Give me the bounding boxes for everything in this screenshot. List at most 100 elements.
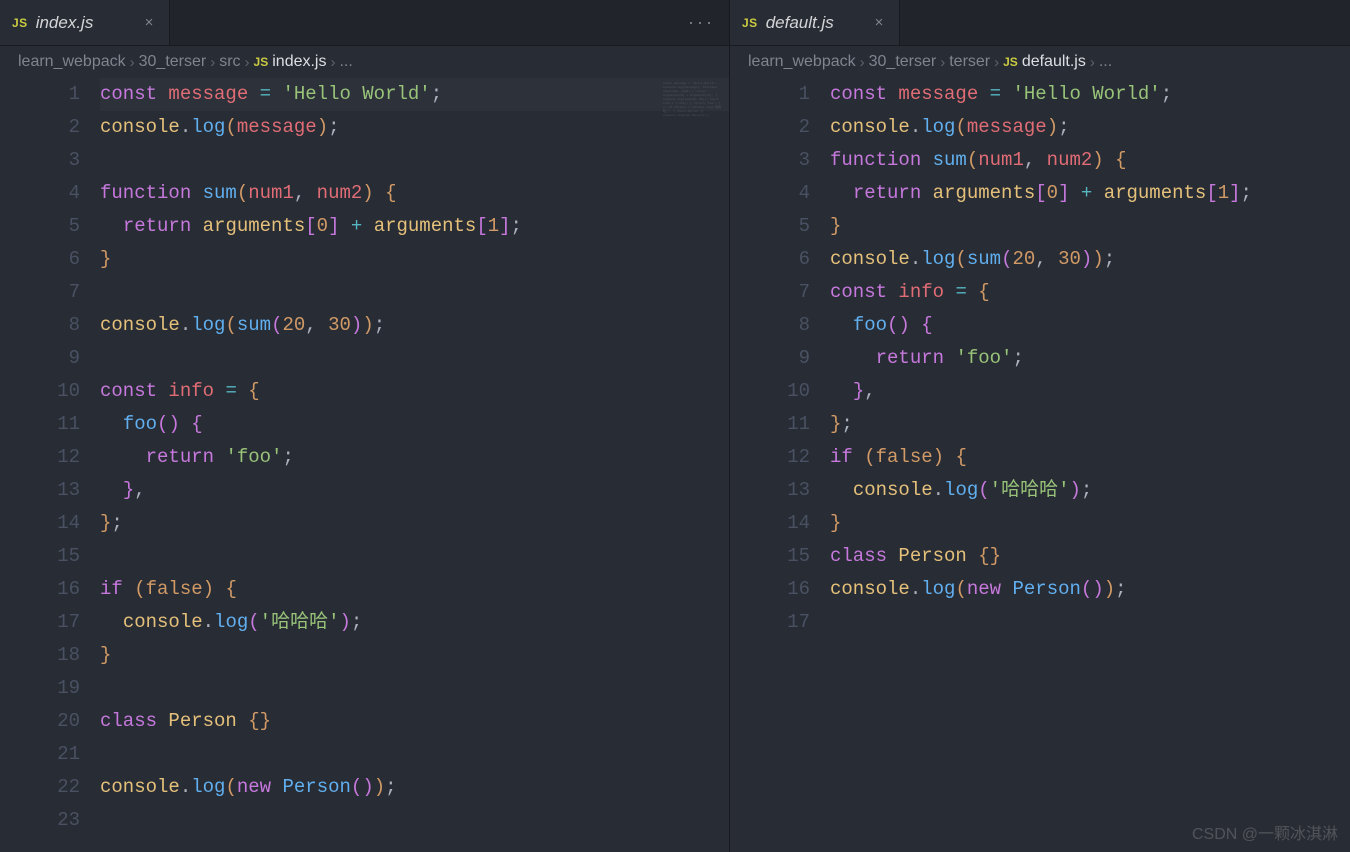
code-line[interactable] bbox=[100, 276, 729, 309]
editor-tab[interactable]: JSdefault.js× bbox=[730, 0, 900, 45]
code-line[interactable] bbox=[100, 738, 729, 771]
token-punc: . bbox=[910, 578, 921, 600]
code-line[interactable]: } bbox=[830, 210, 1350, 243]
token-punc: , bbox=[305, 314, 328, 336]
line-number: 8 bbox=[730, 309, 810, 342]
token-fn: foo bbox=[853, 314, 887, 336]
token-fn: sum bbox=[967, 248, 1001, 270]
token-op: = bbox=[990, 83, 1001, 105]
code-line[interactable] bbox=[100, 144, 729, 177]
code-line[interactable]: const message = 'Hello World'; bbox=[100, 78, 729, 111]
token-brp: ) bbox=[351, 314, 362, 336]
token-bry: ( bbox=[864, 446, 875, 468]
token-fn: log bbox=[191, 776, 225, 798]
breadcrumb-symbol[interactable]: ... bbox=[339, 53, 352, 71]
breadcrumb-folder[interactable]: terser bbox=[949, 53, 990, 71]
code-line[interactable]: return 'foo'; bbox=[830, 342, 1350, 375]
token-cls: console bbox=[100, 116, 180, 138]
tab-overflow-button[interactable]: ··· bbox=[674, 0, 729, 45]
breadcrumb: learn_webpack›30_terser›src›JSindex.js›.… bbox=[0, 46, 729, 78]
code-line[interactable]: } bbox=[100, 639, 729, 672]
chevron-right-icon: › bbox=[330, 54, 335, 71]
token-punc: . bbox=[203, 611, 214, 633]
breadcrumb-symbol[interactable]: ... bbox=[1099, 53, 1112, 71]
code-line[interactable]: console.log(message); bbox=[100, 111, 729, 144]
code-line[interactable]: if (false) { bbox=[100, 573, 729, 606]
code-line[interactable]: console.log(new Person()); bbox=[100, 771, 729, 804]
code-line[interactable]: console.log(message); bbox=[830, 111, 1350, 144]
code-content[interactable]: const message = 'Hello World';console.lo… bbox=[100, 78, 729, 852]
line-number: 2 bbox=[730, 111, 810, 144]
token-bry: ) bbox=[1104, 578, 1115, 600]
token-bry: ) bbox=[317, 116, 328, 138]
code-line[interactable]: } bbox=[830, 507, 1350, 540]
breadcrumb-folder[interactable]: learn_webpack bbox=[18, 53, 126, 71]
token-brp: } bbox=[853, 380, 864, 402]
code-line[interactable]: console.log('哈哈哈'); bbox=[830, 474, 1350, 507]
token-kw: return bbox=[146, 446, 214, 468]
code-line[interactable]: console.log(sum(20, 30)); bbox=[830, 243, 1350, 276]
code-content[interactable]: const message = 'Hello World';console.lo… bbox=[830, 78, 1350, 852]
code-line[interactable]: class Person {} bbox=[830, 540, 1350, 573]
code-line[interactable] bbox=[100, 804, 729, 837]
token-punc bbox=[191, 182, 202, 204]
code-editor[interactable]: 1234567891011121314151617const message =… bbox=[730, 78, 1350, 852]
close-icon[interactable]: × bbox=[141, 15, 157, 31]
code-line[interactable]: function sum(num1, num2) { bbox=[100, 177, 729, 210]
code-line[interactable] bbox=[100, 342, 729, 375]
token-punc: . bbox=[910, 248, 921, 270]
code-line[interactable]: }, bbox=[100, 474, 729, 507]
close-icon[interactable]: × bbox=[871, 15, 887, 31]
breadcrumb-folder[interactable]: learn_webpack bbox=[748, 53, 856, 71]
code-line[interactable] bbox=[100, 672, 729, 705]
token-punc bbox=[374, 182, 385, 204]
code-line[interactable]: class Person {} bbox=[100, 705, 729, 738]
code-line[interactable]: const message = 'Hello World'; bbox=[830, 78, 1350, 111]
token-brp: ) bbox=[362, 776, 373, 798]
token-punc bbox=[853, 446, 864, 468]
token-num: 30 bbox=[328, 314, 351, 336]
code-line[interactable]: foo() { bbox=[830, 309, 1350, 342]
code-line[interactable]: foo() { bbox=[100, 408, 729, 441]
token-cls: console bbox=[830, 116, 910, 138]
token-num: 1 bbox=[1218, 182, 1229, 204]
token-brp: ) bbox=[1092, 578, 1103, 600]
token-var: num2 bbox=[317, 182, 363, 204]
token-var: num1 bbox=[978, 149, 1024, 171]
breadcrumb-folder[interactable]: src bbox=[219, 53, 240, 71]
token-punc: , bbox=[134, 479, 145, 501]
token-bry: { bbox=[248, 710, 259, 732]
breadcrumb-folder[interactable]: 30_terser bbox=[139, 53, 207, 71]
code-line[interactable]: }, bbox=[830, 375, 1350, 408]
token-str: '哈哈哈' bbox=[990, 479, 1070, 501]
breadcrumb-label: default.js bbox=[1022, 53, 1086, 70]
token-kw: const bbox=[830, 281, 887, 303]
token-punc bbox=[100, 215, 123, 237]
code-line[interactable]: } bbox=[100, 243, 729, 276]
token-str: '哈哈哈' bbox=[260, 611, 340, 633]
code-line[interactable]: const info = { bbox=[830, 276, 1350, 309]
code-line[interactable]: }; bbox=[830, 408, 1350, 441]
code-line[interactable]: }; bbox=[100, 507, 729, 540]
token-punc bbox=[1069, 182, 1080, 204]
code-line[interactable]: return arguments[0] + arguments[1]; bbox=[100, 210, 729, 243]
code-line[interactable]: console.log(new Person()); bbox=[830, 573, 1350, 606]
code-line[interactable]: return arguments[0] + arguments[1]; bbox=[830, 177, 1350, 210]
code-line[interactable]: const info = { bbox=[100, 375, 729, 408]
code-line[interactable]: console.log('哈哈哈'); bbox=[100, 606, 729, 639]
editor-tab[interactable]: JSindex.js× bbox=[0, 0, 170, 45]
breadcrumb-file[interactable]: JSindex.js bbox=[254, 53, 327, 71]
token-punc: ; bbox=[511, 215, 522, 237]
breadcrumb-file[interactable]: JSdefault.js bbox=[1003, 53, 1086, 71]
code-line[interactable] bbox=[100, 540, 729, 573]
token-bry: ) bbox=[374, 776, 385, 798]
code-line[interactable]: function sum(num1, num2) { bbox=[830, 144, 1350, 177]
code-line[interactable]: console.log(sum(20, 30)); bbox=[100, 309, 729, 342]
token-num: 1 bbox=[488, 215, 499, 237]
code-line[interactable]: if (false) { bbox=[830, 441, 1350, 474]
code-line[interactable] bbox=[830, 606, 1350, 639]
code-editor[interactable]: 1234567891011121314151617181920212223con… bbox=[0, 78, 729, 852]
code-line[interactable]: return 'foo'; bbox=[100, 441, 729, 474]
line-number: 6 bbox=[0, 243, 80, 276]
breadcrumb-folder[interactable]: 30_terser bbox=[869, 53, 937, 71]
